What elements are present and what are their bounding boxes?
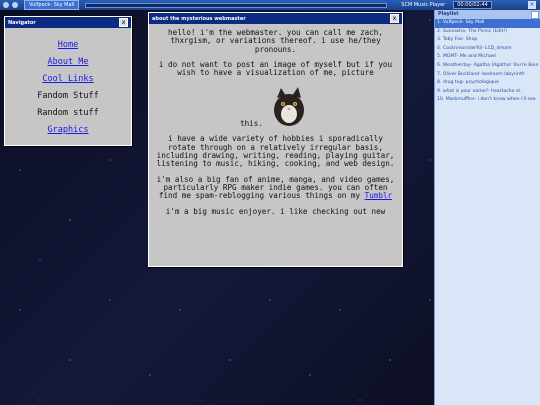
navigator-close-button[interactable]: x bbox=[119, 18, 128, 27]
playlist-panel: Playlist 1. Vulfpeck- Sky Mall 2. Sunsas… bbox=[434, 10, 540, 405]
navigator-title-bar[interactable]: Navigator x bbox=[5, 17, 131, 28]
about-close-button[interactable]: x bbox=[390, 14, 399, 23]
next-icon[interactable] bbox=[12, 2, 18, 8]
playlist-close-icon[interactable] bbox=[531, 11, 539, 19]
cat-picture-row: this. bbox=[155, 84, 396, 128]
playlist-track[interactable]: 8. drug tug- psychologique bbox=[435, 79, 540, 88]
about-content[interactable]: hello! i'm the webmaster. you can call m… bbox=[149, 24, 402, 266]
track-time: 00:00/02:44 bbox=[453, 1, 492, 9]
playlist-track[interactable]: 5. MGMT- Me and Michael bbox=[435, 53, 540, 62]
visualization-paragraph: i do not want to post an image of myself… bbox=[158, 59, 393, 78]
navigator-window: Navigator x Home About Me Cool Links Fan… bbox=[4, 16, 132, 146]
about-title-bar[interactable]: about the mysterious webmaster x bbox=[149, 13, 402, 24]
music-player-bar: Vulfpeck- Sky Mall SCM Music Player 00:0… bbox=[0, 0, 540, 10]
intro-paragraph: hello! i'm the webmaster. you can call m… bbox=[168, 28, 383, 54]
music-paragraph: i'm a big music enjoyer. i like checking… bbox=[165, 206, 386, 216]
playlist-track[interactable]: 1. Vulfpeck- Sky Mall bbox=[435, 19, 540, 28]
playlist-track[interactable]: 9. what is your name?- heartache st. bbox=[435, 88, 540, 97]
nav-link-graphics[interactable]: Graphics bbox=[5, 122, 131, 139]
player-close-icon[interactable]: × bbox=[528, 1, 536, 9]
now-playing-track: Vulfpeck- Sky Mall bbox=[24, 0, 80, 10]
nav-item-fandom-stuff: Fandom Stuff bbox=[37, 91, 99, 101]
playlist-header: Playlist bbox=[435, 10, 540, 19]
player-title: SCM Music Player bbox=[401, 2, 446, 8]
playlist-track[interactable]: 7. Oliver Buckland- bedroom labyrinth bbox=[435, 71, 540, 80]
tumblr-link[interactable]: Tumblr bbox=[365, 191, 392, 200]
playlist-track[interactable]: 3. Toby Fox- Shop bbox=[435, 36, 540, 45]
seek-bar[interactable] bbox=[85, 2, 388, 8]
nav-link-home[interactable]: Home bbox=[5, 37, 131, 54]
about-window: about the mysterious webmaster x hello! … bbox=[148, 12, 403, 267]
about-title: about the mysterious webmaster bbox=[152, 15, 246, 22]
play-icon[interactable] bbox=[3, 2, 9, 8]
anime-text: i'm also a big fan of anime, manga, and … bbox=[156, 174, 395, 201]
hobbies-paragraph: i have a wide variety of hobbies i spora… bbox=[156, 134, 395, 169]
playlist-title: Playlist bbox=[438, 11, 459, 17]
playlist-track[interactable]: 4. Cocknmonster93- LCD_dream bbox=[435, 45, 540, 54]
this-text: this. bbox=[240, 119, 263, 129]
nav-item-random-stuff: Random stuff bbox=[37, 108, 99, 118]
navigator-title: Navigator bbox=[8, 19, 36, 26]
anime-paragraph: i'm also a big fan of anime, manga, and … bbox=[155, 174, 396, 201]
playlist-track[interactable]: 2. Sunsasha- The Picnic (Edit!) bbox=[435, 28, 540, 37]
nav-link-cool-links[interactable]: Cool Links bbox=[5, 71, 131, 88]
nav-link-about-me[interactable]: About Me bbox=[5, 54, 131, 71]
cat-image bbox=[273, 87, 304, 127]
navigator-menu: Home About Me Cool Links Fandom Stuff Ra… bbox=[5, 28, 131, 139]
playlist-track[interactable]: 10. Marbmuffins- i don't know when i'll … bbox=[435, 96, 540, 105]
playlist-track[interactable]: 6. Weatherday- Agatha (Agatha! You're Be… bbox=[435, 62, 540, 71]
